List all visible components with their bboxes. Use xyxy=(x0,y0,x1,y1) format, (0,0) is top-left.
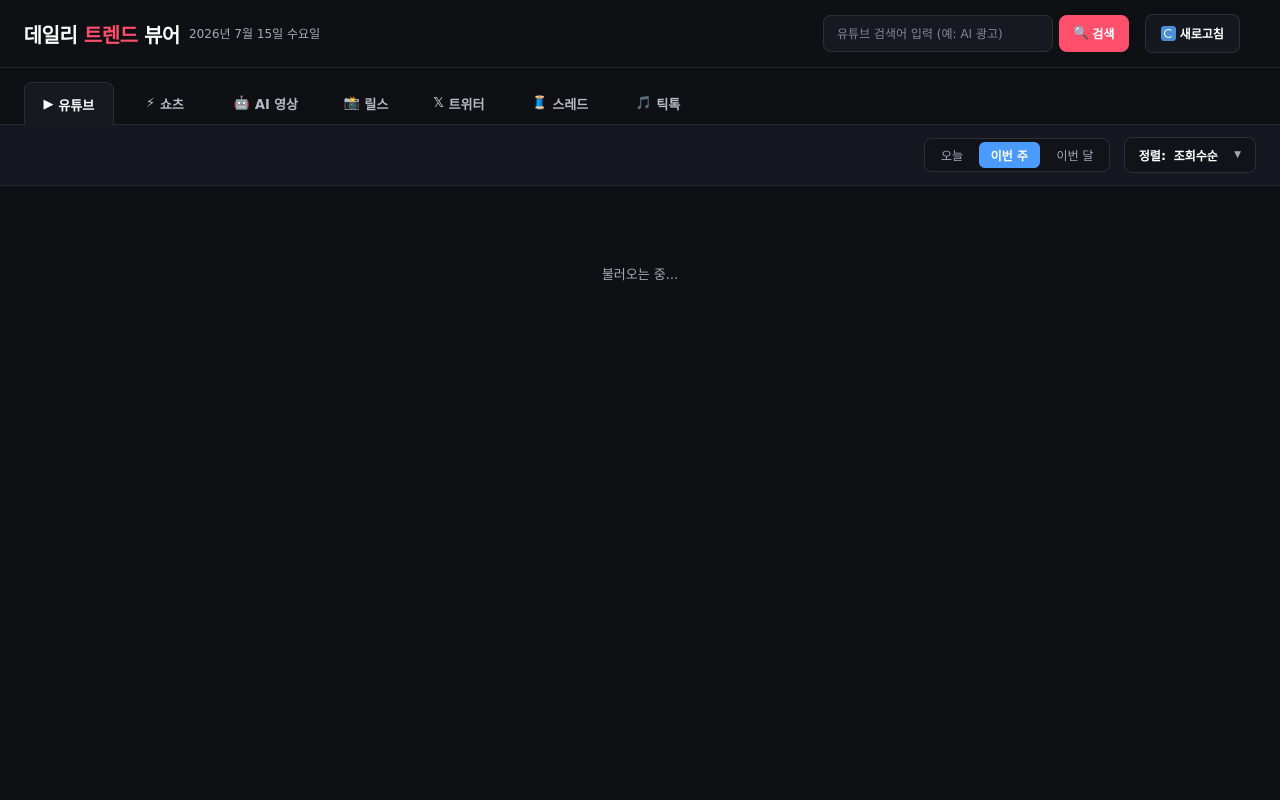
tab-reels[interactable]: 📸 릴스 xyxy=(332,82,400,125)
tab-ai-video[interactable]: 🤖 AI 영상 xyxy=(224,82,308,125)
brand-accent: 트렌드 xyxy=(84,23,138,47)
brand-suffix: 뷰어 xyxy=(144,23,181,47)
play-icon: ▶ xyxy=(43,96,54,112)
platform-tabs: ▶ 유튜브 ⚡ 쇼츠 🤖 AI 영상 📸 릴스 𝕏 트위터 🧵 스레드 🎵 틱톡 xyxy=(0,68,1280,125)
brand-prefix: 데일리 xyxy=(24,23,78,47)
tab-label: 스레드 xyxy=(552,98,589,113)
search-button-label: 검색 xyxy=(1092,27,1115,41)
search-button[interactable]: 🔍 검색 xyxy=(1059,15,1129,52)
current-date: 2026년 7월 15일 수요일 xyxy=(189,27,321,41)
tab-youtube[interactable]: ▶ 유튜브 xyxy=(24,82,114,125)
tab-label: 트위터 xyxy=(448,98,485,113)
thread-spool-icon: 🧵 xyxy=(531,96,548,111)
tab-label: 릴스 xyxy=(364,98,389,113)
tab-shorts[interactable]: ⚡ 쇼츠 xyxy=(130,82,200,125)
period-today[interactable]: 오늘 xyxy=(929,142,975,168)
search-input[interactable] xyxy=(823,15,1053,52)
chevron-down-icon: ▼ xyxy=(1234,150,1241,160)
x-logo-icon: 𝕏 xyxy=(433,96,444,111)
tab-label: 쇼츠 xyxy=(160,98,185,113)
tab-label: AI 영상 xyxy=(254,98,299,113)
tab-threads[interactable]: 🧵 스레드 xyxy=(520,82,600,125)
robot-icon: 🤖 xyxy=(233,96,250,111)
camera-icon: 📸 xyxy=(343,96,360,111)
period-filter: 오늘 이번 주 이번 달 xyxy=(924,138,1110,172)
period-this-week[interactable]: 이번 주 xyxy=(979,142,1040,168)
app-title: 데일리 트렌드 뷰어 xyxy=(24,19,181,48)
music-note-icon: 🎵 xyxy=(635,96,652,111)
tab-tiktok[interactable]: 🎵 틱톡 xyxy=(624,82,692,125)
tab-label: 유튜브 xyxy=(58,98,95,114)
header: 데일리 트렌드 뷰어 2026년 7월 15일 수요일 🔍 검색 새로고침 xyxy=(0,0,1280,68)
tab-label: 틱톡 xyxy=(656,98,681,113)
sort-value: 조회수순 xyxy=(1173,148,1219,163)
refresh-button-label: 새로고침 xyxy=(1179,27,1225,41)
lightning-icon: ⚡ xyxy=(145,96,156,111)
sort-label: 정렬: xyxy=(1139,148,1166,163)
refresh-button[interactable]: 새로고침 xyxy=(1145,14,1240,53)
sort-select[interactable]: 정렬: 조회수순 ▼ xyxy=(1124,137,1256,173)
period-this-month[interactable]: 이번 달 xyxy=(1044,142,1106,168)
refresh-icon xyxy=(1160,26,1176,41)
tab-twitter[interactable]: 𝕏 트위터 xyxy=(424,82,494,125)
filter-toolbar: 오늘 이번 주 이번 달 정렬: 조회수순 ▼ xyxy=(0,125,1280,186)
loading-message: 불러오는 중... xyxy=(601,268,679,283)
magnifier-icon: 🔍 xyxy=(1073,26,1090,41)
